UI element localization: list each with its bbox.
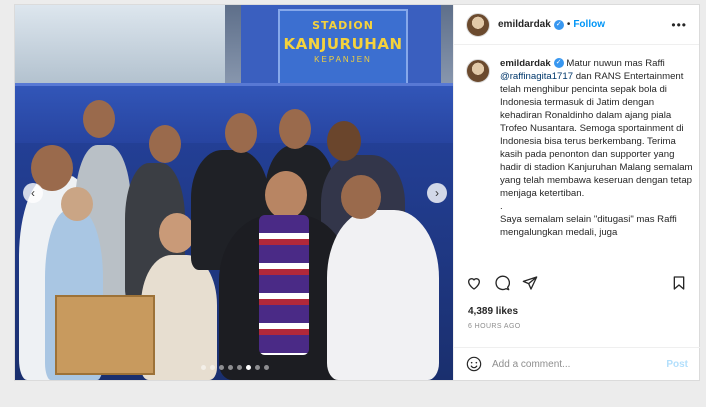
person-head — [61, 187, 93, 221]
football-scarf — [259, 215, 309, 355]
caption-text-start: Matur nuwun mas Raffi — [566, 58, 665, 69]
post-header: emildardak ✓ • Follow ••• — [454, 5, 699, 45]
sign-line-3: KEPANJEN — [314, 55, 372, 64]
carousel-dots — [201, 365, 269, 370]
sign-line-2: KANJURUHAN — [283, 35, 403, 53]
carousel-dot-active — [246, 365, 251, 370]
person-head — [265, 171, 307, 219]
carousel-dot — [201, 365, 206, 370]
person — [327, 210, 439, 380]
caption-text: emildardak ✓ Matur nuwun mas Raffi @raffi… — [500, 57, 693, 269]
post-button[interactable]: Post — [666, 359, 688, 370]
verified-badge-icon: ✓ — [553, 58, 564, 69]
comment-bar: Add a comment... Post — [454, 347, 700, 380]
comment-input[interactable]: Add a comment... — [492, 359, 666, 370]
like-count[interactable]: 4,389 likes — [468, 306, 518, 317]
emoji-icon[interactable] — [466, 356, 482, 372]
person-head — [225, 113, 257, 153]
caption-line-break: . — [500, 201, 503, 212]
person-head — [341, 175, 381, 219]
heart-icon[interactable] — [466, 275, 482, 291]
person-head — [159, 213, 195, 253]
carousel-dot — [219, 365, 224, 370]
caption-continuation: Saya semalam selain "ditugasi" mas Raffi… — [500, 214, 677, 238]
carousel-dot — [255, 365, 260, 370]
chevron-left-icon[interactable]: ‹ — [23, 183, 43, 203]
action-bar — [466, 275, 687, 291]
share-icon[interactable] — [522, 275, 538, 291]
caption-username[interactable]: emildardak — [500, 58, 551, 69]
instagram-post-embed: STADION KANJURUHAN KEPANJEN ‹ › emildard… — [14, 4, 700, 381]
mention-link[interactable]: @raffinagita1717 — [500, 71, 573, 82]
carousel-dot — [228, 365, 233, 370]
more-options-icon[interactable]: ••• — [671, 18, 687, 32]
avatar[interactable] — [466, 59, 490, 83]
separator: • — [566, 19, 571, 30]
carousel-dot — [237, 365, 242, 370]
person-head — [279, 109, 311, 149]
post-timestamp[interactable]: 6 HOURS AGO — [468, 323, 521, 330]
carousel-dot — [264, 365, 269, 370]
stadium-window — [15, 5, 225, 83]
post-side-panel: emildardak ✓ • Follow ••• emildardak ✓ Ma… — [453, 5, 700, 380]
caption: emildardak ✓ Matur nuwun mas Raffi @raffi… — [466, 57, 693, 269]
carousel-dot — [210, 365, 215, 370]
avatar[interactable] — [466, 12, 490, 37]
person-head — [83, 100, 115, 138]
follow-button[interactable]: Follow — [573, 19, 605, 30]
bookmark-icon[interactable] — [671, 275, 687, 291]
post-photo[interactable]: STADION KANJURUHAN KEPANJEN ‹ › — [15, 5, 453, 380]
sign-line-1: STADION — [312, 19, 374, 32]
snack-box — [55, 295, 155, 375]
person-head — [327, 121, 361, 161]
chevron-right-icon[interactable]: › — [427, 183, 447, 203]
username-link[interactable]: emildardak — [498, 19, 551, 30]
caption-text-body: dan RANS Entertainment telah menghibur p… — [500, 71, 693, 199]
verified-badge-icon: ✓ — [553, 19, 564, 30]
person-head — [149, 125, 181, 163]
stadium-sign: STADION KANJURUHAN KEPANJEN — [278, 9, 408, 93]
comment-icon[interactable] — [494, 275, 510, 291]
